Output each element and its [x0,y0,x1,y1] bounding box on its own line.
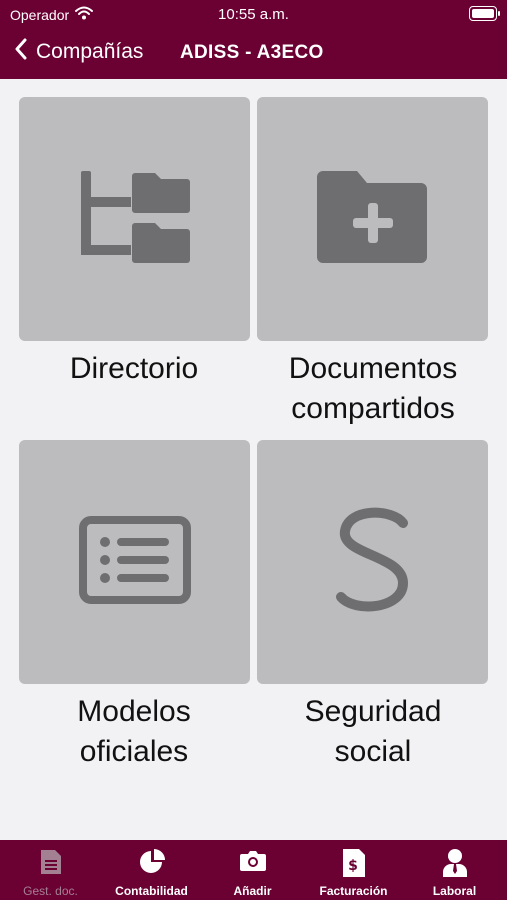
tile-label-line1: Modelos [77,695,191,728]
status-bar: Operador 10:55 a.m. [0,0,507,28]
tab-facturacion[interactable]: $ Facturación [303,840,404,900]
invoice-icon: $ [303,848,404,878]
tab-anadir[interactable]: Añadir [202,840,303,900]
tile-label-directorio: Directorio [14,349,254,389]
tile-label-line1: Seguridad [304,695,442,728]
tile-label-documentos-compartidos: Documentos compartidos [253,349,493,429]
tab-label: Contabilidad [115,884,188,898]
tile-modelos-oficiales[interactable] [19,440,250,684]
tile-label-line1: Documentos [288,352,458,385]
clock: 10:55 a.m. [218,6,289,23]
tile-label-line1: Directorio [69,352,199,385]
pie-chart-icon [101,848,202,878]
navigation-bar: Compañías ADISS - A3ECO [0,34,507,72]
back-label: Compañías [36,40,144,63]
letter-s-icon [333,505,413,620]
chevron-left-icon [14,38,28,66]
tile-directorio[interactable] [19,97,250,341]
tile-label-seguridad-social: Seguridad social [253,692,493,772]
person-icon [404,848,505,878]
tile-documentos-compartidos[interactable] [257,97,488,341]
page-title: ADISS - A3ECO [180,42,324,63]
tab-label: Añadir [233,884,272,898]
folder-tree-icon [79,167,191,272]
tab-label: Facturación [319,884,388,898]
top-bar: Operador 10:55 a.m. Compañías ADISS - A3… [0,0,507,79]
tab-contabilidad[interactable]: Contabilidad [101,840,202,900]
list-card-icon [78,515,191,609]
tile-label-line2: oficiales [79,735,189,768]
battery-icon [469,6,500,21]
document-icon [0,848,101,878]
tab-label: Laboral [432,884,477,898]
back-button[interactable]: Compañías [14,38,143,66]
tab-bar: Gest. doc. Contabilidad Añadir $ Factura… [0,840,507,900]
camera-icon [202,848,303,878]
svg-text:$: $ [348,858,358,874]
tile-label-line2: social [334,735,412,768]
tab-label: Gest. doc. [23,884,78,898]
tab-gest-doc[interactable]: Gest. doc. [0,840,101,900]
tile-label-line2: compartidos [291,392,455,425]
tile-seguridad-social[interactable] [257,440,488,684]
tile-label-modelos-oficiales: Modelos oficiales [14,692,254,772]
folder-plus-icon [316,169,429,270]
tab-laboral[interactable]: Laboral [404,840,505,900]
